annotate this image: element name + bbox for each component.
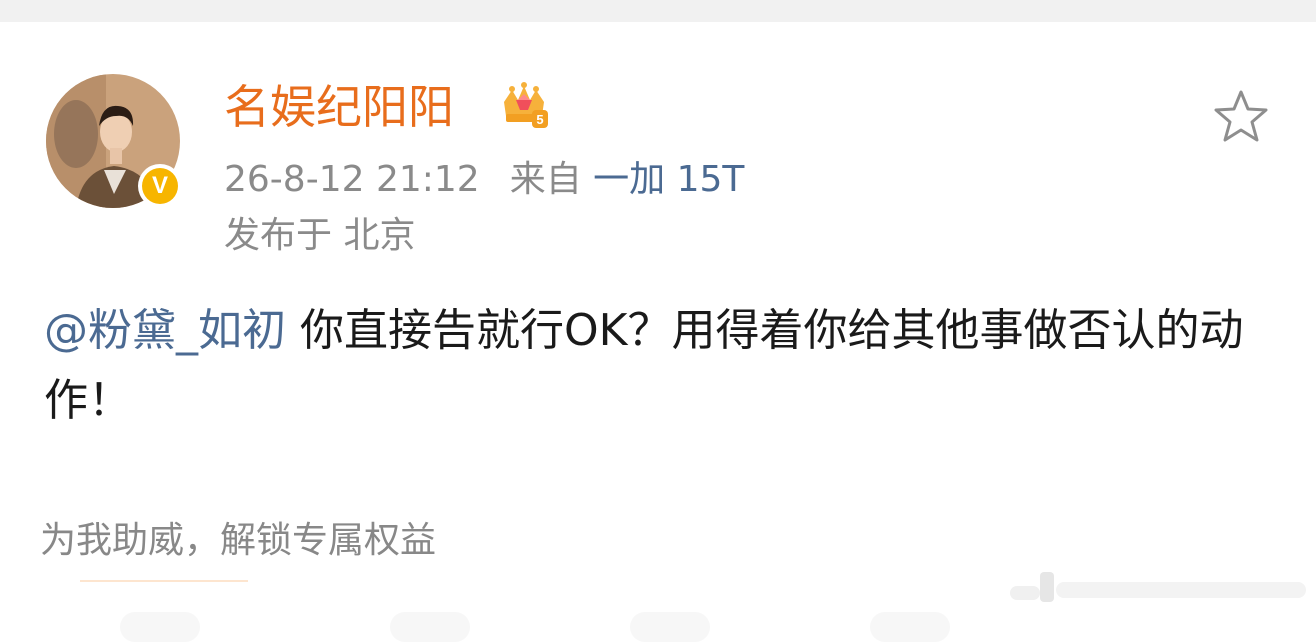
support-link[interactable]: 为我助威，解锁专属权益 — [40, 516, 436, 566]
post-content: @粉黛_如初 你直接告就行OK？用得着你给其他事做否认的动作！ — [44, 296, 1284, 436]
post-location: 发布于 北京 — [224, 215, 416, 256]
reaction-placeholder — [630, 612, 710, 642]
vip-level-number: 5 — [536, 112, 543, 127]
crown-icon[interactable]: 5 — [498, 80, 550, 132]
reaction-placeholder — [870, 612, 950, 642]
top-strip — [0, 0, 1316, 22]
source-prefix: 来自 — [509, 159, 582, 200]
post-meta: 26-8-12 21:12 来自 一加 15T — [224, 156, 744, 204]
verified-v-icon: V — [142, 168, 178, 204]
bottom-reaction-row — [110, 606, 1210, 642]
watermark — [1010, 572, 1306, 602]
support-underline — [80, 580, 248, 582]
reaction-placeholder — [390, 612, 470, 642]
device-link[interactable]: 一加 15T — [593, 159, 744, 200]
post-time: 26-8-12 21:12 — [224, 159, 480, 200]
mention-link[interactable]: @粉黛_如初 — [44, 305, 286, 356]
author-name[interactable]: 名娱纪阳阳 — [224, 78, 454, 136]
star-outline-icon[interactable] — [1212, 88, 1270, 146]
verified-badge: V — [138, 164, 182, 208]
reaction-placeholder — [120, 612, 200, 642]
